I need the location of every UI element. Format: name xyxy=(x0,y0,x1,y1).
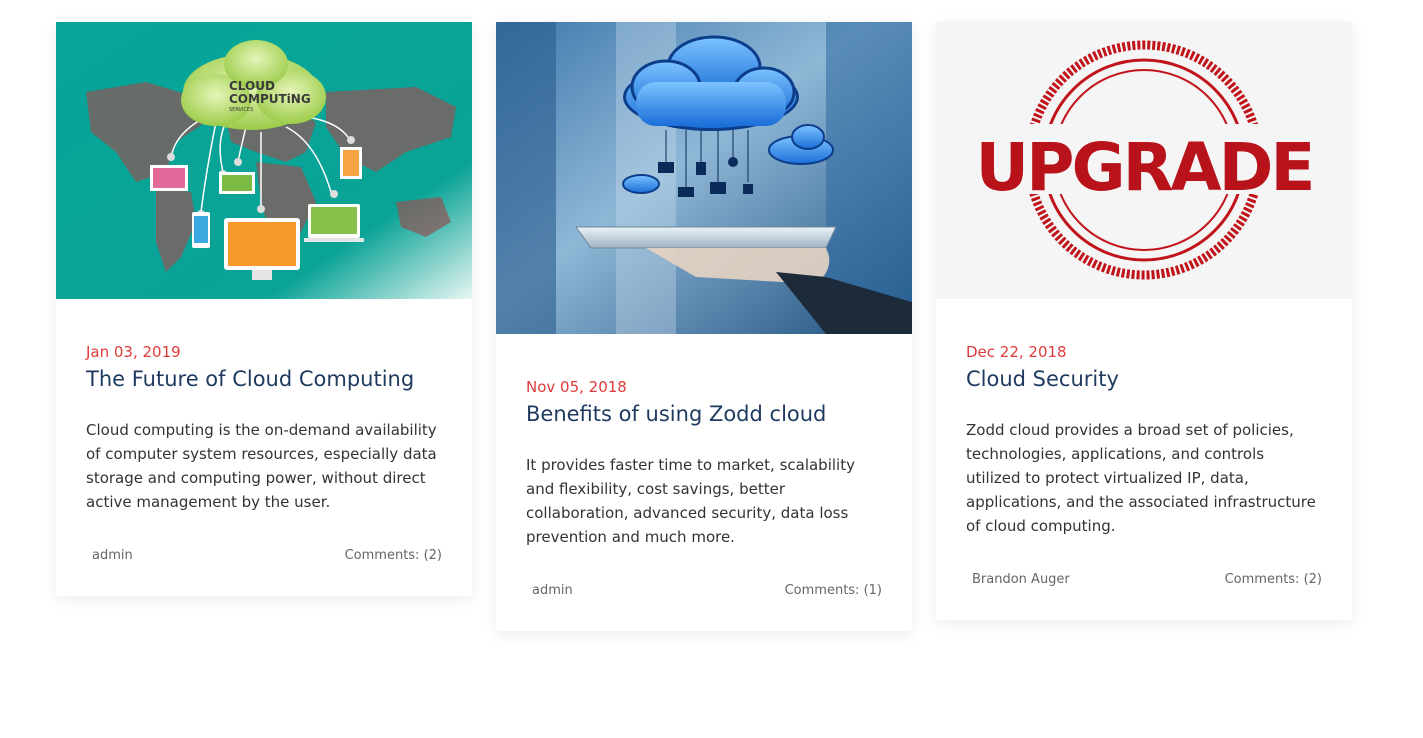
cloud-computing-illustration: CLOUD COMPUTiNG SERVICES xyxy=(56,22,472,299)
post-date: Dec 22, 2018 xyxy=(966,343,1067,361)
post-meta: admin Comments: (1) xyxy=(526,580,882,631)
cloud-label-2: COMPUTiNG xyxy=(229,92,311,106)
post-meta: admin Comments: (2) xyxy=(86,545,442,596)
post-author[interactable]: Brandon Auger xyxy=(972,572,1070,587)
post-comments[interactable]: Comments: (1) xyxy=(785,583,882,598)
blog-card[interactable]: UPGRADE Dec 22, 2018 Cloud Security Zodd… xyxy=(936,22,1352,620)
upgrade-stamp-text: UPGRADE xyxy=(976,129,1313,206)
post-date: Nov 05, 2018 xyxy=(526,378,627,396)
post-image-cloud-computing[interactable]: CLOUD COMPUTiNG SERVICES xyxy=(56,22,472,299)
cloud-label-1: CLOUD xyxy=(229,79,275,93)
post-image-cloud-security[interactable]: UPGRADE xyxy=(936,22,1352,299)
card-body: Dec 22, 2018 Cloud Security Zodd cloud p… xyxy=(936,342,1352,620)
post-image-zodd-cloud[interactable] xyxy=(496,22,912,334)
post-excerpt: Cloud computing is the on-demand availab… xyxy=(86,421,437,511)
card-body: Jan 03, 2019 The Future of Cloud Computi… xyxy=(56,342,472,596)
post-title[interactable]: Benefits of using Zodd cloud xyxy=(526,399,882,429)
blog-card[interactable]: Nov 05, 2018 Benefits of using Zodd clou… xyxy=(496,22,912,631)
cloud-label-3: SERVICES xyxy=(229,107,253,113)
post-author[interactable]: admin xyxy=(92,548,133,563)
blog-card[interactable]: CLOUD COMPUTiNG SERVICES Jan 03, 2019 Th… xyxy=(56,22,472,596)
post-title[interactable]: The Future of Cloud Computing xyxy=(86,364,442,394)
post-meta: Brandon Auger Comments: (2) xyxy=(966,569,1322,620)
post-comments[interactable]: Comments: (2) xyxy=(1225,572,1322,587)
post-excerpt: Zodd cloud provides a broad set of polic… xyxy=(966,421,1316,535)
cloud-tablet-illustration xyxy=(496,22,912,334)
upgrade-stamp-illustration: UPGRADE xyxy=(936,22,1352,299)
post-date: Jan 03, 2019 xyxy=(86,343,181,361)
post-comments[interactable]: Comments: (2) xyxy=(345,548,442,563)
card-body: Nov 05, 2018 Benefits of using Zodd clou… xyxy=(496,377,912,631)
post-excerpt: It provides faster time to market, scala… xyxy=(526,456,855,546)
blog-card-grid: CLOUD COMPUTiNG SERVICES Jan 03, 2019 Th… xyxy=(0,0,1423,738)
post-title[interactable]: Cloud Security xyxy=(966,364,1322,394)
post-author[interactable]: admin xyxy=(532,583,573,598)
